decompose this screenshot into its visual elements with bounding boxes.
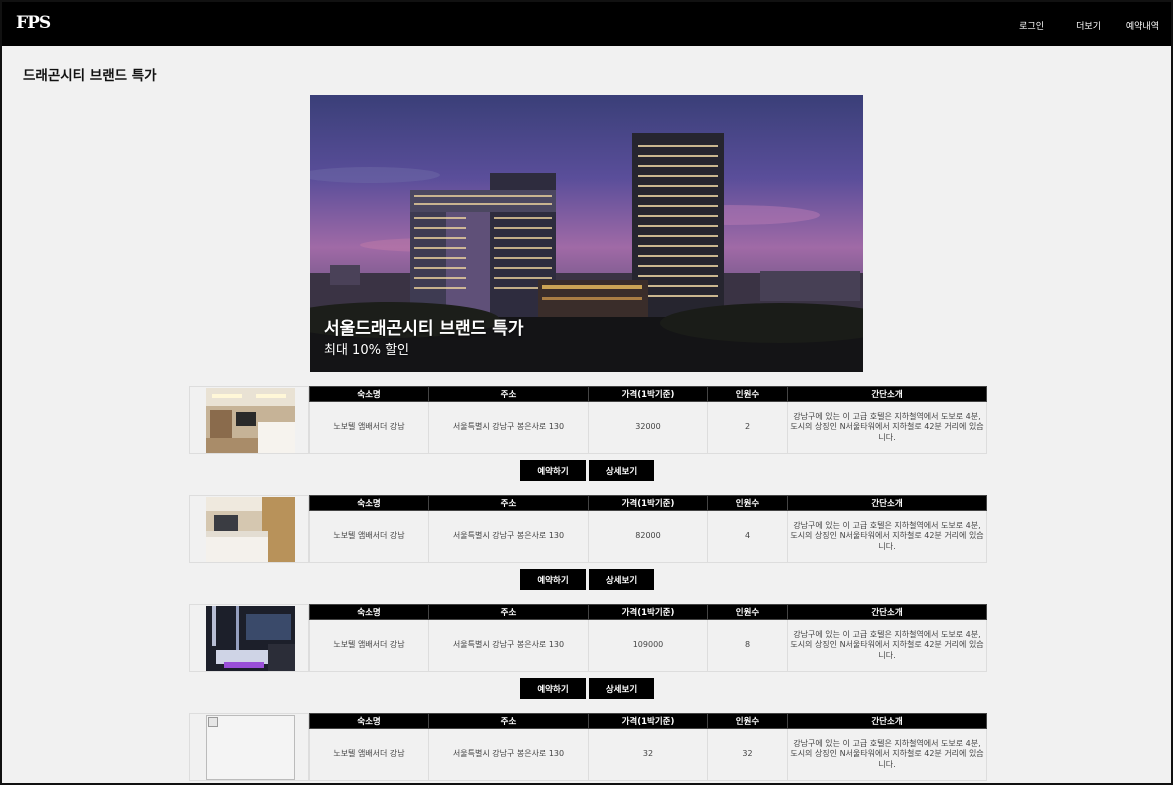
detail-button[interactable]: 상세보기 (589, 460, 654, 481)
listing-name: 노보텔 앰배서더 강남 (309, 510, 429, 563)
site-logo[interactable]: FPS (16, 13, 51, 33)
col-header-name: 숙소명 (309, 495, 429, 511)
listing-address: 서울특별시 강남구 봉은사로 130 (428, 401, 589, 454)
page-title: 드래곤시티 브랜드 특가 (23, 68, 157, 84)
col-header-intro: 간단소개 (787, 386, 987, 402)
listing-price: 32000 (588, 401, 708, 454)
listing-guests: 2 (707, 401, 788, 454)
col-header-price: 가격(1박기준) (588, 386, 708, 402)
listing-price: 109000 (588, 619, 708, 672)
broken-image-placeholder[interactable] (206, 715, 295, 780)
col-header-intro: 간단소개 (787, 604, 987, 620)
hero-title: 서울드래곤시티 브랜드 특가 (324, 319, 524, 339)
col-header-price: 가격(1박기준) (588, 495, 708, 511)
listing-guests: 32 (707, 728, 788, 781)
col-header-address: 주소 (428, 604, 589, 620)
listing-name: 노보텔 앰배서더 강남 (309, 728, 429, 781)
listing-name: 노보텔 앰배서더 강남 (309, 619, 429, 672)
listing-address: 서울특별시 강남구 봉은사로 130 (428, 510, 589, 563)
reserve-button[interactable]: 예약하기 (520, 460, 586, 481)
reserve-button[interactable]: 예약하기 (520, 569, 586, 590)
listing-actions: 예약하기 상세보기 (520, 569, 654, 590)
listing-intro: 강남구에 있는 이 고급 호텔은 지하철역에서 도보로 4분, 도시의 상징인 … (787, 401, 987, 454)
listing-info-table: 숙소명 주소 가격(1박기준) 인원수 간단소개 노보텔 앰배서더 강남 서울특… (309, 495, 987, 563)
col-header-intro: 간단소개 (787, 713, 987, 729)
listing-info-table: 숙소명 주소 가격(1박기준) 인원수 간단소개 노보텔 앰배서더 강남 서울특… (309, 713, 987, 781)
detail-button[interactable]: 상세보기 (589, 569, 654, 590)
hotel-room-image[interactable] (206, 606, 295, 671)
col-header-guests: 인원수 (707, 386, 788, 402)
reserve-button[interactable]: 예약하기 (520, 678, 586, 699)
top-navbar: FPS 로그인 더보기 예약내역 (2, 2, 1171, 46)
listing-image-cell (189, 386, 309, 454)
listing-card: 숙소명 주소 가격(1박기준) 인원수 간단소개 노보텔 앰배서더 강남 서울특… (189, 604, 987, 672)
detail-button[interactable]: 상세보기 (589, 678, 654, 699)
listing-actions: 예약하기 상세보기 (520, 678, 654, 699)
listing-name: 노보텔 앰배서더 강남 (309, 401, 429, 454)
nav-login-link[interactable]: 로그인 (1019, 19, 1044, 32)
listing-intro: 강남구에 있는 이 고급 호텔은 지하철역에서 도보로 4분, 도시의 상징인 … (787, 510, 987, 563)
col-header-guests: 인원수 (707, 495, 788, 511)
col-header-price: 가격(1박기준) (588, 604, 708, 620)
listing-address: 서울특별시 강남구 봉은사로 130 (428, 728, 589, 781)
hotel-room-image[interactable] (206, 497, 295, 562)
broken-image-icon (208, 717, 218, 727)
listing-intro: 강남구에 있는 이 고급 호텔은 지하철역에서 도보로 4분, 도시의 상징인 … (787, 728, 987, 781)
col-header-address: 주소 (428, 386, 589, 402)
listing-address: 서울특별시 강남구 봉은사로 130 (428, 619, 589, 672)
col-header-name: 숙소명 (309, 386, 429, 402)
listing-price: 82000 (588, 510, 708, 563)
col-header-guests: 인원수 (707, 713, 788, 729)
listing-price: 32 (588, 728, 708, 781)
col-header-name: 숙소명 (309, 604, 429, 620)
listing-card: 숙소명 주소 가격(1박기준) 인원수 간단소개 노보텔 앰배서더 강남 서울특… (189, 386, 987, 454)
listing-image-cell (189, 604, 309, 672)
listing-actions: 예약하기 상세보기 (520, 460, 654, 481)
listing-guests: 4 (707, 510, 788, 563)
col-header-name: 숙소명 (309, 713, 429, 729)
hotel-room-image[interactable] (206, 388, 295, 453)
col-header-address: 주소 (428, 713, 589, 729)
listing-card: 숙소명 주소 가격(1박기준) 인원수 간단소개 노보텔 앰배서더 강남 서울특… (189, 495, 987, 563)
listing-image-cell (189, 495, 309, 563)
col-header-price: 가격(1박기준) (588, 713, 708, 729)
col-header-guests: 인원수 (707, 604, 788, 620)
nav-reservations-link[interactable]: 예약내역 (1126, 19, 1159, 32)
listing-guests: 8 (707, 619, 788, 672)
col-header-address: 주소 (428, 495, 589, 511)
listing-info-table: 숙소명 주소 가격(1박기준) 인원수 간단소개 노보텔 앰배서더 강남 서울특… (309, 604, 987, 672)
listing-intro: 강남구에 있는 이 고급 호텔은 지하철역에서 도보로 4분, 도시의 상징인 … (787, 619, 987, 672)
hero-subtitle: 최대 10% 할인 (324, 343, 409, 358)
nav-more-link[interactable]: 더보기 (1076, 19, 1101, 32)
col-header-intro: 간단소개 (787, 495, 987, 511)
listing-card: 숙소명 주소 가격(1박기준) 인원수 간단소개 노보텔 앰배서더 강남 서울특… (189, 713, 987, 781)
listing-info-table: 숙소명 주소 가격(1박기준) 인원수 간단소개 노보텔 앰배서더 강남 서울특… (309, 386, 987, 454)
listing-image-cell (189, 713, 309, 781)
hero-banner[interactable]: 서울드래곤시티 브랜드 특가 최대 10% 할인 (310, 95, 863, 372)
